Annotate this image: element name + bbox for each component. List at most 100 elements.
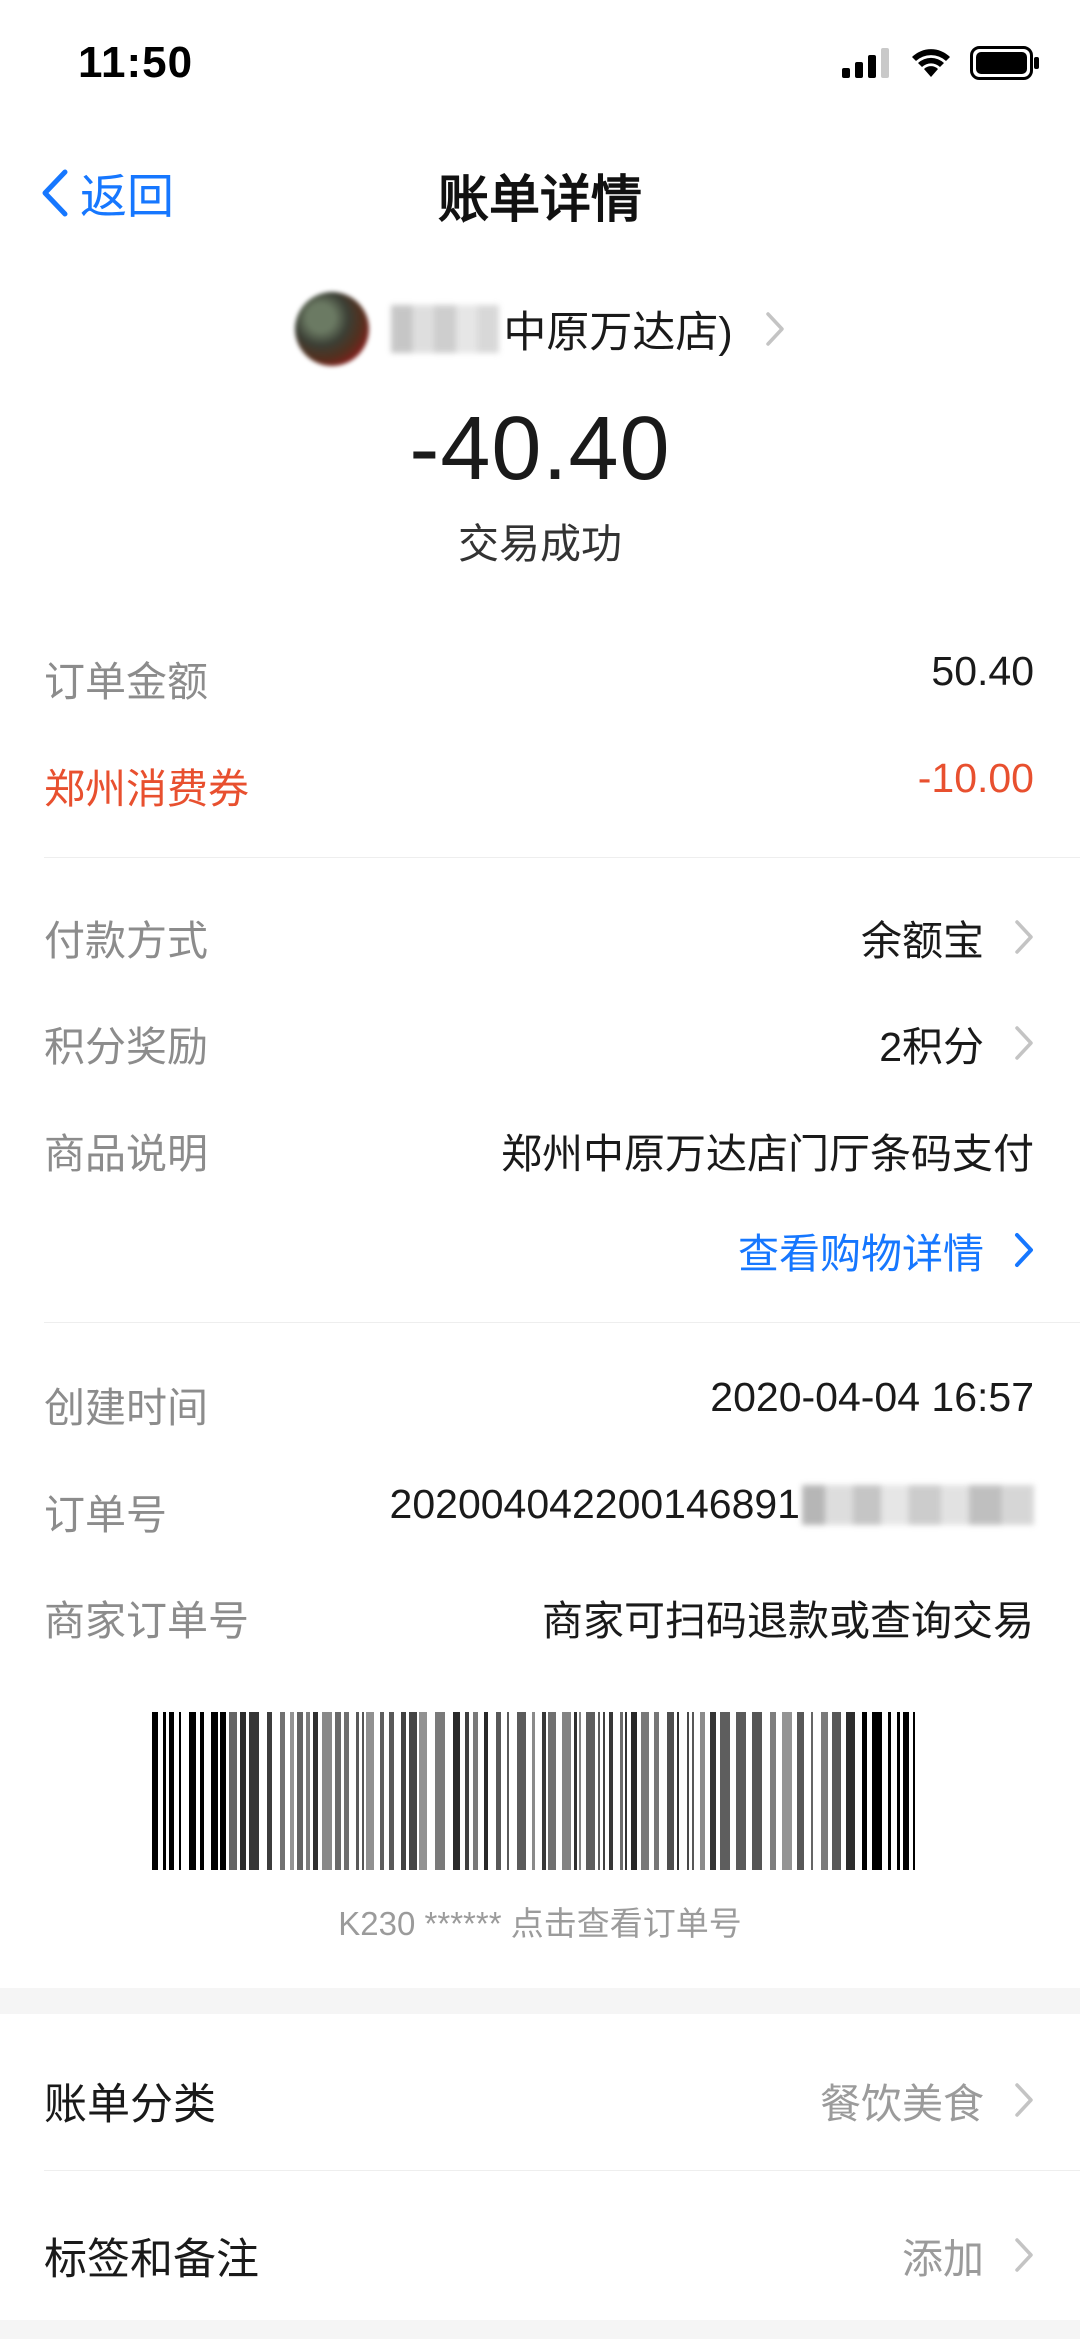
barcode-bar — [280, 1712, 285, 1870]
barcode-bar — [579, 1712, 581, 1870]
status-time: 11:50 — [78, 38, 194, 87]
barcode-bar — [152, 1712, 158, 1870]
barcode-bar — [903, 1712, 909, 1870]
barcode-bar — [322, 1712, 332, 1870]
barcode-bar — [654, 1712, 659, 1870]
points-label: 积分奖励 — [44, 1024, 208, 1070]
order-number-row: 202004042200146891 — [390, 1481, 1034, 1528]
barcode-bar — [344, 1712, 349, 1870]
bill-category-label: 账单分类 — [44, 2081, 216, 2129]
order-amount-value: 50.40 — [931, 648, 1034, 694]
barcode-bar — [306, 1712, 310, 1870]
barcode-bar — [297, 1712, 303, 1870]
barcode-bar — [240, 1712, 246, 1870]
barcode-bar — [290, 1712, 294, 1870]
barcode-bar — [335, 1712, 341, 1870]
barcode-bar — [366, 1712, 374, 1870]
divider — [44, 2170, 1080, 2171]
barcode-bar — [888, 1712, 891, 1870]
barcode-bar — [620, 1712, 623, 1870]
order-number-label: 订单号 — [44, 1492, 167, 1538]
barcode-bar — [687, 1712, 689, 1870]
points-value: 2积分 — [879, 1024, 984, 1070]
bill-category-value: 餐饮美食 — [820, 2081, 984, 2127]
chevron-right-icon — [1015, 1026, 1033, 1060]
barcode-bar — [249, 1712, 259, 1870]
transaction-amount: -40.40 — [409, 399, 671, 499]
barcode-bar — [548, 1712, 556, 1870]
barcode-bar — [872, 1712, 882, 1870]
barcode-bar — [667, 1712, 674, 1870]
barcode-bar — [625, 1712, 627, 1870]
barcode-bar — [163, 1712, 166, 1870]
barcode-bar — [169, 1712, 174, 1870]
barcode-bar — [532, 1712, 535, 1870]
barcode-bar — [484, 1712, 488, 1870]
barcode[interactable] — [152, 1712, 928, 1870]
barcode-bar — [641, 1712, 649, 1870]
cellular-signal-icon — [842, 48, 889, 78]
product-value: 郑州中原万达店门厅条码支付 — [501, 1131, 1034, 1177]
merchant-order-label: 商家订单号 — [44, 1598, 249, 1644]
barcode-bar — [562, 1712, 571, 1870]
shopping-details-label: 查看购物详情 — [738, 1231, 984, 1277]
order-number-value: 202004042200146891 — [389, 1481, 800, 1527]
barcode-bar — [832, 1712, 841, 1870]
barcode-bar — [419, 1712, 427, 1870]
barcode-bar — [770, 1712, 776, 1870]
barcode-bar — [598, 1712, 600, 1870]
bottom-separator — [0, 2320, 1080, 2339]
barcode-bar — [229, 1712, 237, 1870]
barcode-bar — [862, 1712, 867, 1870]
merchant-name: 中原万达店) — [503, 309, 733, 357]
tags-notes-label: 标签和备注 — [44, 2236, 259, 2284]
barcode-bar — [409, 1712, 417, 1870]
merchant-avatar — [295, 292, 370, 366]
barcode-bar — [692, 1712, 694, 1870]
barcode-bar — [356, 1712, 359, 1870]
divider — [44, 857, 1080, 858]
barcode-bar — [267, 1712, 272, 1870]
barcode-bar — [821, 1712, 828, 1870]
barcode-bar — [846, 1712, 855, 1870]
barcode-bar — [220, 1712, 226, 1870]
barcode-bar — [313, 1712, 318, 1870]
barcode-bar — [603, 1712, 605, 1870]
battery-icon — [970, 46, 1039, 80]
barcode-bar — [435, 1712, 445, 1870]
barcode-bar — [362, 1712, 364, 1870]
tags-notes-row[interactable]: 添加 — [902, 2225, 1034, 2285]
barcode-bar — [211, 1712, 218, 1870]
barcode-bar — [797, 1712, 804, 1870]
barcode-bar — [401, 1712, 406, 1870]
redacted-merchant-name — [391, 305, 500, 353]
barcode-bar — [389, 1712, 394, 1870]
barcode-bar — [465, 1712, 469, 1870]
barcode-bar — [609, 1712, 613, 1870]
transaction-status: 交易成功 — [458, 521, 622, 567]
barcode-bar — [380, 1712, 384, 1870]
shopping-details-link[interactable]: 查看购物详情 — [738, 1220, 1034, 1280]
chevron-right-icon — [1015, 920, 1033, 954]
payment-method-value: 余额宝 — [861, 918, 984, 964]
coupon-value: -10.00 — [917, 755, 1034, 801]
barcode-bar — [586, 1712, 595, 1870]
chevron-right-icon — [1015, 2238, 1033, 2272]
coupon-label: 郑州消费券 — [44, 766, 249, 812]
status-icons — [842, 46, 1040, 80]
merchant-link[interactable]: 中原万达店) — [0, 292, 1080, 366]
merchant-order-value: 商家可扫码退款或查询交易 — [542, 1598, 1034, 1644]
barcode-bar — [631, 1712, 637, 1870]
barcode-caption[interactable]: K230 ****** 点击查看订单号 — [0, 1897, 1080, 1945]
barcode-bar — [453, 1712, 460, 1870]
bill-category-row[interactable]: 餐饮美食 — [820, 2070, 1034, 2130]
barcode-bar — [574, 1712, 577, 1870]
barcode-bar — [496, 1712, 501, 1870]
payment-method-row[interactable]: 余额宝 — [861, 907, 1034, 967]
points-row[interactable]: 2积分 — [879, 1013, 1034, 1073]
barcode-bar — [200, 1712, 204, 1870]
barcode-bar — [517, 1712, 526, 1870]
barcode-bar — [700, 1712, 705, 1870]
order-amount-label: 订单金额 — [44, 659, 208, 705]
product-label: 商品说明 — [44, 1131, 208, 1177]
